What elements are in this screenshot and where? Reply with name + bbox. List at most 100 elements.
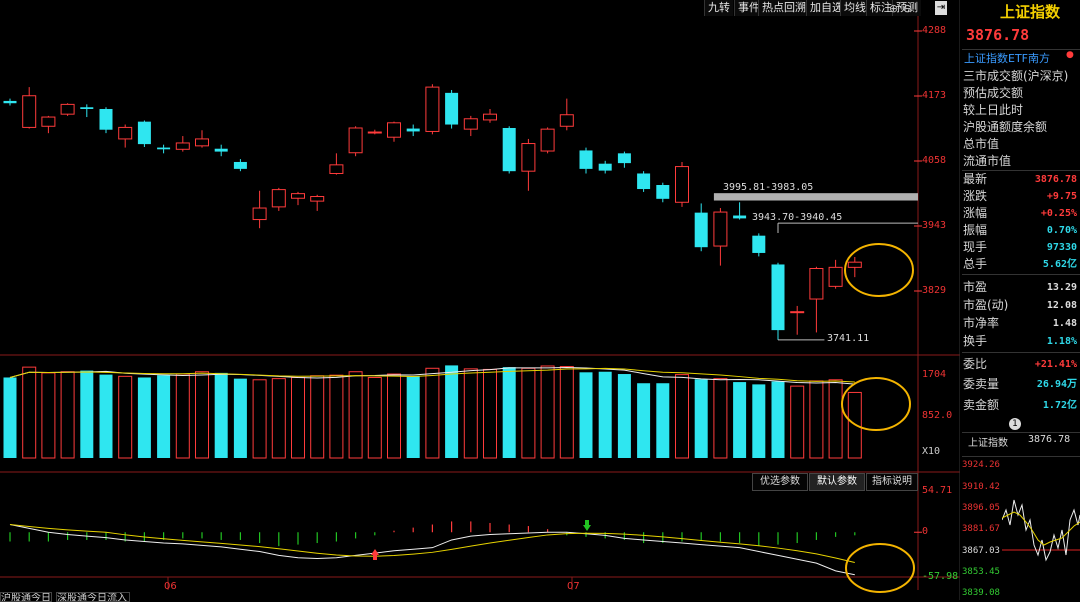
candle-body xyxy=(790,311,805,314)
volume-bar xyxy=(828,379,843,459)
indicator-help-button[interactable]: 指标说明 xyxy=(866,473,918,491)
volume-bar xyxy=(733,382,747,458)
volume-bar xyxy=(3,377,17,458)
quote-label: 涨跌 xyxy=(963,189,988,203)
quote-value: 0.70% xyxy=(1046,225,1077,236)
price-tick: 4058 xyxy=(922,155,947,166)
candle-body xyxy=(559,114,574,127)
order-label: 委比 xyxy=(963,357,988,371)
candle-body xyxy=(598,163,612,171)
macd-tick: 54.71 xyxy=(922,485,953,496)
northbound-sh-tab[interactable]: 沪股通今日流入 xyxy=(0,592,52,602)
volume-bar xyxy=(445,365,459,458)
etf-link[interactable]: 上证指数ETF南方 xyxy=(964,50,1050,66)
volume-bar xyxy=(406,376,420,458)
candle-body xyxy=(579,150,593,169)
resistance-zone-1 xyxy=(713,193,918,201)
candle-body xyxy=(367,131,382,134)
candle-body xyxy=(540,128,555,152)
golden-cross-arrow xyxy=(371,549,379,560)
volume-bar xyxy=(752,384,766,458)
ratio-value: 12.08 xyxy=(1046,300,1077,311)
zoom-out-icon[interactable]: ⊖ xyxy=(903,2,912,15)
date-tick-06: 06 xyxy=(164,581,177,592)
candle-body xyxy=(828,266,843,287)
volume-bar xyxy=(291,376,305,459)
volume-bar xyxy=(367,376,382,459)
quote-value: 97330 xyxy=(1046,242,1077,253)
price-tick: 4173 xyxy=(922,90,947,101)
hot-review-button[interactable]: 热点回溯 xyxy=(758,0,809,16)
ratio-value: 1.18% xyxy=(1046,336,1077,347)
macd-tick: 0 xyxy=(922,526,929,537)
quote-label: 涨幅 xyxy=(963,206,988,220)
mini-intraday-chart xyxy=(1002,499,1080,562)
quote-value: +9.75 xyxy=(1046,191,1077,202)
volume-bar xyxy=(137,377,151,458)
candle-body xyxy=(195,138,209,147)
info-label: 三市成交额(沪深京) xyxy=(963,69,1069,83)
optimize-params-button[interactable]: 优选参数 xyxy=(752,473,808,491)
volume-tick: 1704 xyxy=(922,369,947,380)
candle-body xyxy=(157,147,171,150)
price-tick: 3829 xyxy=(922,285,947,296)
date-tick-07: 07 xyxy=(567,581,580,592)
volume-bar xyxy=(425,367,440,459)
candle-body xyxy=(80,107,94,109)
nine-turn-button[interactable]: 九转 xyxy=(704,0,733,16)
candle-body xyxy=(502,127,516,172)
volume-bar xyxy=(521,367,536,459)
volume-bar xyxy=(790,385,805,459)
low-price-label: 3741.11 xyxy=(827,333,870,344)
candle-body xyxy=(252,207,267,221)
volume-bar xyxy=(175,373,190,459)
volume-bar xyxy=(80,370,94,458)
volume-bar xyxy=(214,372,228,458)
resistance-label-1: 3995.81-3983.05 xyxy=(723,182,814,193)
volume-bar xyxy=(579,372,593,458)
info-label: 预估成交额 xyxy=(963,86,1024,100)
info-label: 沪股通额度余额 xyxy=(963,120,1048,134)
price-tick: 3943 xyxy=(922,220,947,231)
candlestick-chart[interactable] xyxy=(0,0,960,600)
macd-tick: -57.98 xyxy=(922,571,959,582)
candle-body xyxy=(118,126,133,140)
volume-bar xyxy=(637,383,651,458)
quote-label: 振幅 xyxy=(963,223,988,237)
volume-bar xyxy=(99,374,113,458)
candle-body xyxy=(233,161,247,169)
volume-bar xyxy=(310,375,325,459)
quote-label: 最新 xyxy=(963,172,988,186)
mini-tick: 3839.08 xyxy=(962,588,1000,598)
order-value: 26.94万 xyxy=(1036,379,1077,390)
default-params-button[interactable]: 默认参数 xyxy=(809,473,865,491)
zoom-in-icon[interactable]: ⊕ xyxy=(889,2,898,15)
candle-body xyxy=(60,103,75,115)
mini-tick: 3896.05 xyxy=(962,503,1000,513)
volume-tick: 852.0 xyxy=(922,410,953,421)
info-badge[interactable]: 1 xyxy=(1009,418,1021,430)
volume-bar xyxy=(195,371,209,459)
order-label: 卖金额 xyxy=(963,398,1000,412)
ratio-value: 13.29 xyxy=(1046,282,1077,293)
death-cross-arrow xyxy=(583,520,591,531)
exit-icon[interactable]: ⇥ xyxy=(935,1,947,15)
resistance-label-2: 3943.70-3940.45 xyxy=(752,212,843,223)
ma-button[interactable]: 均线 xyxy=(840,0,869,16)
quote-panel: 上证指数 3876.78 上证指数ETF南方 ● 三市成交额(沪深京) 预估成交… xyxy=(962,0,1080,600)
candle-body xyxy=(617,153,631,164)
order-label: 委卖量 xyxy=(963,377,1000,391)
candle-body xyxy=(214,148,228,152)
order-value: +21.41% xyxy=(1034,359,1077,370)
candle-body xyxy=(675,166,689,203)
ratio-label: 换手 xyxy=(963,334,988,348)
volume-bar xyxy=(463,368,478,459)
info-label: 总市值 xyxy=(963,137,1000,151)
quote-label: 总手 xyxy=(963,257,988,271)
volume-bar xyxy=(771,381,785,458)
candle-body xyxy=(847,261,862,268)
volume-bar xyxy=(157,375,171,458)
northbound-sz-tab[interactable]: 深股通今日流入 xyxy=(56,592,130,602)
candle-body xyxy=(22,95,37,128)
volume-bar xyxy=(483,368,497,459)
